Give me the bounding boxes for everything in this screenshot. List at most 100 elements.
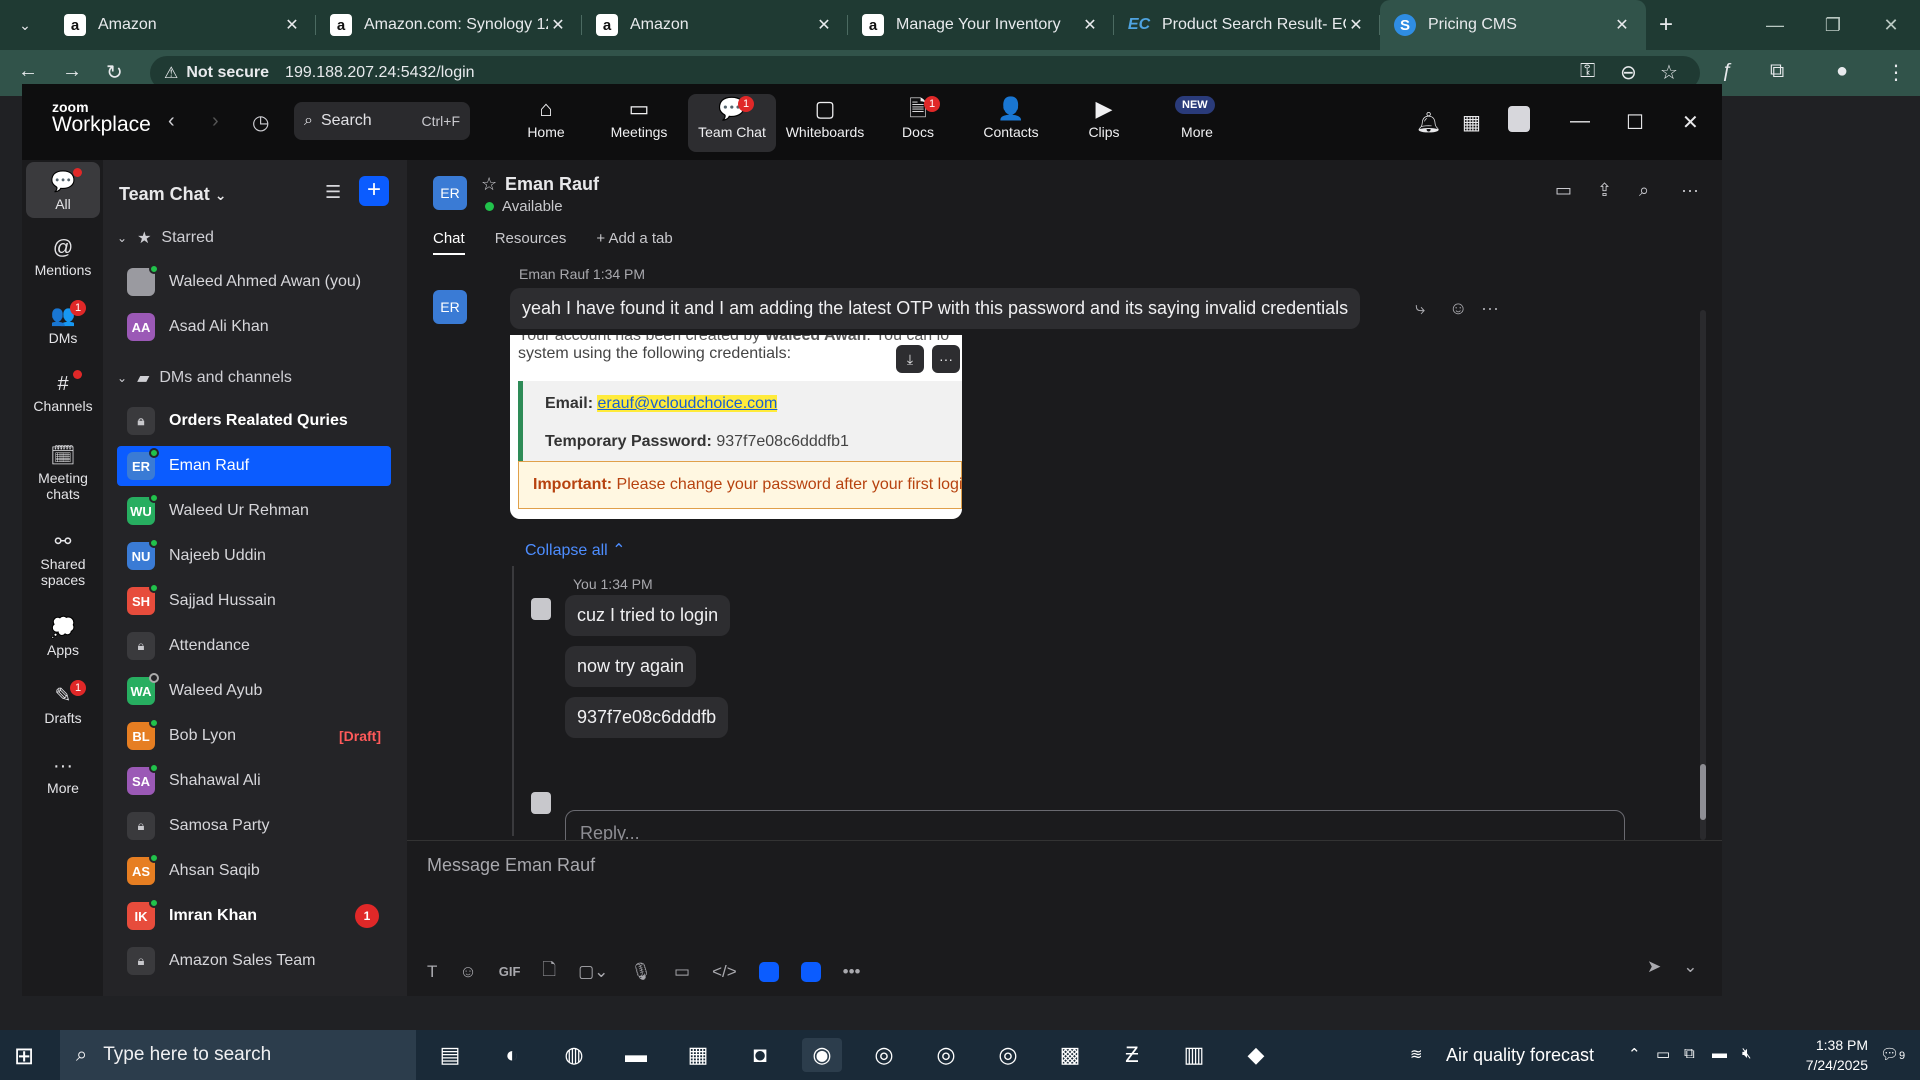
close-tab-icon[interactable]: ✕ [1612, 15, 1632, 35]
text-format-icon[interactable]: T [427, 962, 437, 982]
extensions-puzzle-icon[interactable]: ⧉ [1770, 60, 1784, 83]
chat-list-item[interactable]: IK Imran Khan 1 [117, 896, 391, 936]
volume-muted-icon[interactable]: 🔇︎ [1742, 1045, 1751, 1062]
tray-chevron-icon[interactable]: ⌃ [1628, 1045, 1641, 1063]
back-arrow-icon[interactable]: ‹ [168, 110, 175, 133]
new-tab-button[interactable]: + [1646, 11, 1686, 39]
excel-icon[interactable]: ▩ [1050, 1038, 1090, 1072]
nav-clips[interactable]: ▶ Clips [1060, 94, 1148, 152]
share-screen-icon[interactable]: ⇪ [1597, 180, 1612, 201]
tab-resources[interactable]: Resources [495, 230, 567, 255]
file-icon[interactable]: 🗋 [542, 957, 556, 986]
microphone-icon[interactable]: 🎙︎ [630, 962, 652, 982]
close-window-button[interactable]: ✕ [1866, 0, 1916, 50]
code-icon[interactable]: </> [712, 962, 737, 982]
chat-list-item[interactable]: NU Najeeb Uddin [117, 536, 391, 576]
chevron-down-icon[interactable]: ⌄ [1683, 957, 1697, 977]
task-view-icon[interactable]: ▤ [430, 1038, 470, 1072]
copilot-icon[interactable]: ◐ [492, 1038, 532, 1072]
file-explorer-icon[interactable]: ▬ [616, 1038, 656, 1072]
browser-tab[interactable]: a Amazon ✕ [582, 0, 848, 50]
network-icon[interactable]: ▭ [1656, 1045, 1670, 1063]
app-icon[interactable] [758, 961, 779, 982]
zoom-icon[interactable]: ⊖ [1620, 60, 1637, 85]
app-icon[interactable] [800, 961, 821, 982]
emoji-react-icon[interactable]: ☺ [1449, 298, 1467, 319]
starred-section[interactable]: ⌄ ★ Starred [117, 228, 214, 248]
extension-icon[interactable]: ƒ [1722, 60, 1733, 83]
send-icon[interactable]: ➤ [1647, 957, 1661, 977]
rail-channels[interactable]: # Channels [26, 364, 100, 420]
contact-name[interactable]: Eman Rauf [505, 174, 599, 195]
maximize-icon[interactable]: ☐ [1626, 110, 1644, 135]
filter-icon[interactable]: ☰ [325, 182, 341, 203]
tab-add[interactable]: + Add a tab [596, 230, 672, 255]
nav-team-chat[interactable]: 💬 Team Chat 1 [688, 94, 776, 152]
user-avatar[interactable] [531, 598, 551, 620]
browser-menu-icon[interactable]: ⋮ [1886, 60, 1906, 85]
close-tab-icon[interactable]: ✕ [282, 15, 302, 35]
chat-list-item[interactable]: SA Shahawal Ali [117, 761, 391, 801]
star-outline-icon[interactable]: ☆ [481, 174, 497, 195]
video-message-icon[interactable]: ▭ [674, 962, 690, 982]
chat-list-item[interactable]: Waleed Ahmed Awan (you) [117, 262, 391, 302]
chrome-icon[interactable]: ◎ [988, 1038, 1028, 1072]
notification-icon[interactable]: 💬︎9 [1880, 1045, 1905, 1063]
dms-section[interactable]: ⌄ ▰ DMs and channels [117, 368, 292, 388]
scrollbar[interactable] [1700, 310, 1706, 840]
forward-icon[interactable]: → [62, 60, 82, 83]
calendar-icon[interactable]: ▦ [1462, 110, 1481, 135]
tray-app-icon[interactable]: ⧉ [1684, 1045, 1695, 1062]
chat-list-item[interactable]: AA Asad Ali Khan [117, 307, 391, 347]
chat-list-item[interactable]: 🔒︎ Samosa Party [117, 806, 391, 846]
reply-thread-icon[interactable]: ⤷ [1415, 298, 1425, 319]
message-composer[interactable]: Message Eman Rauf T ☺ GIF 🗋 ▢⌄ 🎙︎ ▭ </> … [407, 840, 1722, 996]
gif-icon[interactable]: GIF [499, 964, 521, 979]
browser-tab[interactable]: EC Product Search Result- ECF ✕ [1114, 0, 1380, 50]
rail-shared-spaces[interactable]: ⚯ Shared spaces [26, 522, 100, 594]
back-icon[interactable]: ← [18, 60, 38, 83]
chat-list-item[interactable]: AS Ahsan Saqib [117, 851, 391, 891]
windows-start-icon[interactable]: ⊞ [14, 1042, 34, 1071]
rail-meeting-chats[interactable]: 🗓 Meeting chats [26, 436, 100, 508]
reply-bubble[interactable]: cuz I tried to login [565, 595, 731, 636]
rail-drafts[interactable]: ✎ 1 Drafts [26, 676, 100, 732]
image-more-icon[interactable]: ··· [932, 345, 960, 373]
rail-more[interactable]: ··· More [26, 746, 100, 802]
browser-tab[interactable]: a Amazon ✕ [50, 0, 316, 50]
collapse-all-link[interactable]: Collapse all ⌃ [525, 540, 626, 560]
user-avatar[interactable] [531, 792, 551, 814]
chat-list-item[interactable]: ER Eman Rauf [117, 446, 391, 486]
email-screenshot-image[interactable]: Your account has been created by Waleed … [510, 335, 962, 519]
minimize-button[interactable]: — [1750, 0, 1800, 50]
contact-avatar[interactable]: ER [433, 176, 467, 210]
reply-bubble[interactable]: 937f7e08c6dddfb [565, 697, 729, 738]
screenshot-icon[interactable]: ▢⌄ [578, 962, 608, 982]
history-icon[interactable]: ◷ [252, 110, 269, 135]
forward-arrow-icon[interactable]: › [212, 110, 219, 133]
user-avatar[interactable] [1508, 106, 1530, 132]
nav-home[interactable]: ⌂ Home [502, 94, 590, 152]
download-icon[interactable]: ⤓ [896, 345, 924, 373]
browser-tab[interactable]: S Pricing CMS ✕ [1380, 0, 1646, 50]
close-icon[interactable]: ✕ [1682, 110, 1699, 135]
battery-icon[interactable]: ▬ [1712, 1045, 1727, 1062]
nav-meetings[interactable]: ▭ Meetings [595, 94, 683, 152]
password-key-icon[interactable]: ⚿ [1580, 60, 1595, 83]
chat-list-item[interactable]: BL Bob Lyon [Draft] [117, 716, 391, 756]
tab-search-button[interactable]: ⌄ [0, 0, 50, 50]
app-icon[interactable]: ◆ [1236, 1038, 1276, 1072]
close-tab-icon[interactable]: ✕ [548, 15, 568, 35]
rail-mentions[interactable]: @ Mentions [26, 228, 100, 284]
chrome-icon[interactable]: ◎ [864, 1038, 904, 1072]
reply-bubble[interactable]: now try again [565, 646, 697, 687]
message-bubble[interactable]: yeah I have found it and I am adding the… [510, 288, 1361, 329]
video-call-icon[interactable]: ▭ [1555, 180, 1572, 201]
team-chat-title[interactable]: Team Chat ⌄ [119, 184, 226, 205]
browser-tab[interactable]: a Manage Your Inventory ✕ [848, 0, 1114, 50]
rail-all[interactable]: 💬 All [26, 162, 100, 218]
filezilla-icon[interactable]: Ƶ [1112, 1038, 1152, 1072]
more-options-icon[interactable]: ··· [1681, 180, 1699, 201]
zoom-app-icon[interactable]: ◉ [802, 1038, 842, 1072]
chrome-icon[interactable]: ◎ [926, 1038, 966, 1072]
